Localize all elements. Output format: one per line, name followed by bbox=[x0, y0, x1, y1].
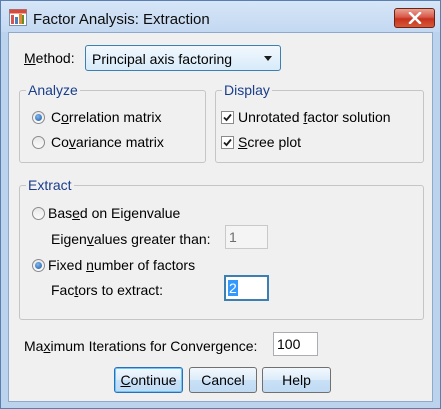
maximum-iterations-input[interactable]: 100 bbox=[273, 332, 318, 356]
eigenvalue-threshold-input[interactable]: 1 bbox=[225, 225, 268, 249]
method-dropdown[interactable]: Principal axis factoring bbox=[85, 45, 281, 71]
dialog-window: Factor Analysis: Extraction Method: Prin… bbox=[0, 0, 441, 409]
correlation-matrix-radio[interactable] bbox=[32, 111, 45, 124]
factors-to-extract-value: 2 bbox=[228, 280, 238, 296]
method-label: Method: bbox=[24, 50, 75, 66]
display-group-title: Display bbox=[222, 82, 272, 98]
window-title: Factor Analysis: Extraction bbox=[33, 11, 210, 28]
help-button[interactable]: Help bbox=[262, 367, 331, 393]
extract-group-title: Extract bbox=[26, 177, 74, 193]
spss-dialog-icon bbox=[9, 9, 27, 26]
unrotated-factor-solution-checkbox[interactable] bbox=[221, 111, 234, 124]
scree-plot-checkbox[interactable] bbox=[221, 136, 234, 149]
checkmark-icon bbox=[223, 138, 232, 147]
analyze-group: Analyze Correlation matrix Covariance ma… bbox=[19, 82, 206, 163]
fixed-number-of-factors-radio[interactable] bbox=[32, 259, 45, 272]
display-group: Display Unrotated factor solution Scree … bbox=[215, 82, 424, 163]
method-selected-value: Principal axis factoring bbox=[92, 51, 233, 67]
chevron-down-icon bbox=[264, 56, 272, 61]
eigenvalue-threshold-value: 1 bbox=[229, 229, 237, 245]
scree-plot-label: Scree plot bbox=[238, 134, 302, 150]
correlation-matrix-label: Correlation matrix bbox=[51, 109, 162, 125]
analyze-group-title: Analyze bbox=[26, 82, 80, 98]
covariance-matrix-radio[interactable] bbox=[32, 136, 45, 149]
based-on-eigenvalue-radio[interactable] bbox=[32, 207, 45, 220]
factors-to-extract-label: Factors to extract: bbox=[51, 282, 164, 298]
close-icon bbox=[408, 12, 422, 24]
dialog-content: Method: Principal axis factoring Analyze… bbox=[8, 32, 433, 402]
factors-to-extract-input[interactable]: 2 bbox=[224, 275, 269, 301]
maximum-iterations-value: 100 bbox=[277, 336, 301, 352]
cancel-button[interactable]: Cancel bbox=[189, 367, 257, 393]
fixed-number-of-factors-label: Fixed number of factors bbox=[48, 257, 196, 273]
continue-button[interactable]: Continue bbox=[114, 367, 183, 393]
checkmark-icon bbox=[223, 113, 232, 122]
extract-group: Extract Based on Eigenvalue Eigenvalues … bbox=[19, 177, 424, 320]
close-button[interactable] bbox=[394, 8, 435, 28]
unrotated-factor-solution-label: Unrotated factor solution bbox=[238, 109, 391, 125]
title-bar[interactable]: Factor Analysis: Extraction bbox=[1, 1, 440, 32]
maximum-iterations-label: Maximum Iterations for Convergence: bbox=[24, 338, 258, 354]
covariance-matrix-label: Covariance matrix bbox=[51, 134, 164, 150]
based-on-eigenvalue-label: Based on Eigenvalue bbox=[48, 205, 181, 221]
eigenvalues-greater-than-label: Eigenvalues greater than: bbox=[51, 231, 211, 247]
